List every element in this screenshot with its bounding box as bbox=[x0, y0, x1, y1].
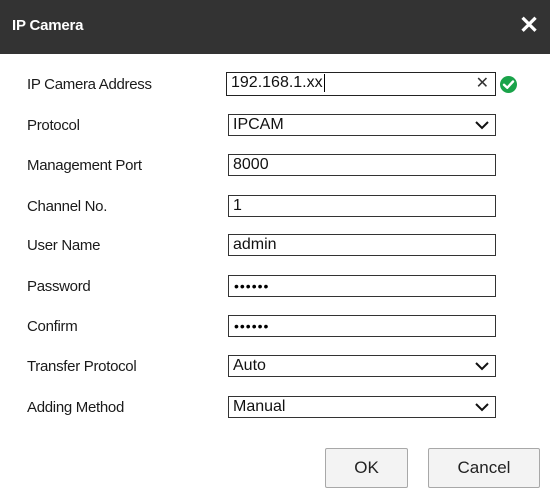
dialog-title: IP Camera bbox=[12, 17, 84, 34]
user-name-label: User Name bbox=[27, 237, 101, 254]
user-name-value: admin bbox=[233, 236, 277, 253]
ok-button[interactable]: OK bbox=[325, 448, 408, 488]
confirm-value: •••••• bbox=[234, 318, 270, 334]
adding-method-label: Adding Method bbox=[27, 399, 125, 416]
transfer-protocol-label: Transfer Protocol bbox=[27, 358, 137, 375]
chevron-down-icon bbox=[475, 403, 489, 412]
channel-no-input[interactable]: 1 bbox=[228, 195, 496, 217]
management-port-value: 8000 bbox=[233, 156, 269, 173]
close-icon[interactable]: ✕ bbox=[518, 14, 540, 38]
cancel-button[interactable]: Cancel bbox=[428, 448, 540, 488]
password-input[interactable]: •••••• bbox=[228, 275, 496, 297]
user-name-input[interactable]: admin bbox=[228, 234, 496, 256]
ip-camera-address-label: IP Camera Address bbox=[27, 76, 152, 93]
ip-camera-address-value: 192.168.1.xx bbox=[231, 74, 323, 91]
channel-no-label: Channel No. bbox=[27, 198, 108, 215]
protocol-value: IPCAM bbox=[233, 116, 284, 133]
valid-check-icon bbox=[500, 76, 517, 93]
adding-method-select[interactable]: Manual bbox=[228, 396, 496, 418]
transfer-protocol-select[interactable]: Auto bbox=[228, 355, 496, 377]
confirm-label: Confirm bbox=[27, 318, 78, 335]
confirm-password-input[interactable]: •••••• bbox=[228, 315, 496, 337]
ip-camera-address-input[interactable]: 192.168.1.xx ✕ bbox=[226, 72, 496, 96]
dialog-titlebar: IP Camera ✕ bbox=[0, 0, 550, 54]
protocol-label: Protocol bbox=[27, 117, 80, 134]
channel-no-value: 1 bbox=[233, 197, 242, 214]
password-label: Password bbox=[27, 278, 91, 295]
chevron-down-icon bbox=[475, 121, 489, 130]
chevron-down-icon bbox=[475, 362, 489, 371]
management-port-input[interactable]: 8000 bbox=[228, 154, 496, 176]
protocol-select[interactable]: IPCAM bbox=[228, 114, 496, 136]
management-port-label: Management Port bbox=[27, 157, 142, 174]
adding-method-value: Manual bbox=[233, 398, 286, 415]
clear-icon[interactable]: ✕ bbox=[476, 74, 489, 94]
text-cursor bbox=[323, 73, 325, 92]
transfer-protocol-value: Auto bbox=[233, 357, 266, 374]
password-value: •••••• bbox=[234, 278, 270, 294]
